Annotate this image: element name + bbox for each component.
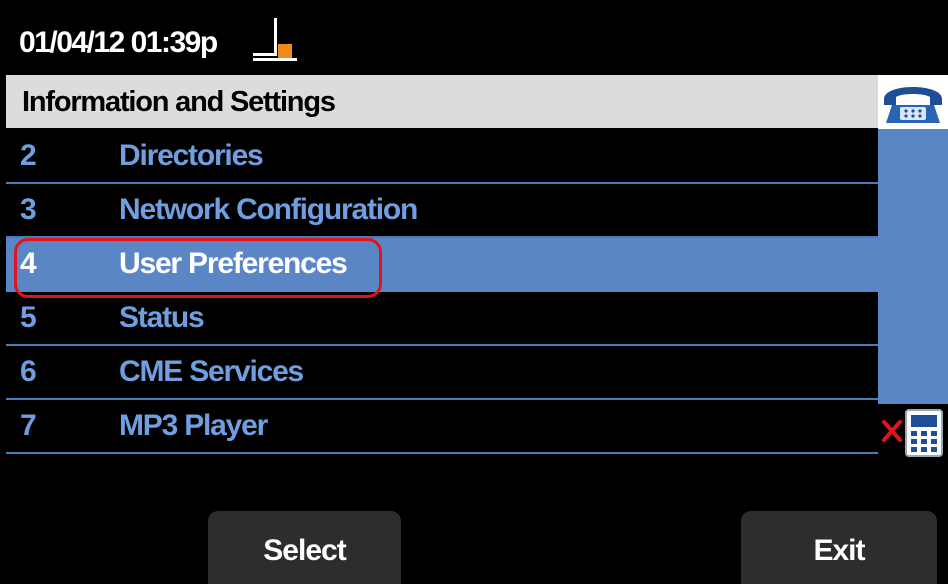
speaker-mute-icon: [878, 404, 948, 460]
menu-item-cme-services[interactable]: 6 CME Services: [6, 346, 878, 400]
title-bar: Information and Settings: [6, 75, 878, 128]
menu-item-user-preferences[interactable]: 4 User Preferences: [6, 238, 878, 292]
phone-screen: 01/04/12 01:39p Information and Settings: [0, 0, 948, 584]
menu-item-label: CME Services: [119, 355, 304, 388]
menu-item-number: 4: [20, 247, 37, 280]
menu-item-label: MP3 Player: [119, 409, 268, 442]
menu-item-number: 7: [20, 409, 37, 442]
menu-item-number: 6: [20, 355, 37, 388]
menu-list: 2 Directories 3 Network Configuration 4 …: [6, 130, 878, 460]
phone-icon: [878, 75, 948, 129]
exit-softkey[interactable]: Exit: [741, 511, 937, 584]
line-status-icon: [253, 18, 297, 61]
menu-item-label: Network Configuration: [119, 193, 418, 226]
menu-item-number: 2: [20, 139, 37, 172]
menu-item-directories[interactable]: 2 Directories: [6, 130, 878, 184]
menu-item-network-configuration[interactable]: 3 Network Configuration: [6, 184, 878, 238]
menu-item-label: User Preferences: [119, 247, 348, 280]
page-title: Information and Settings: [22, 86, 336, 118]
status-bar: 01/04/12 01:39p: [0, 0, 948, 74]
menu-item-status[interactable]: 5 Status: [6, 292, 878, 346]
scroll-panel: [878, 75, 948, 459]
menu-item-number: 3: [20, 193, 37, 226]
menu-item-label: Status: [119, 301, 205, 334]
datetime-label: 01/04/12 01:39p: [19, 26, 218, 59]
menu-item-label: Directories: [119, 139, 264, 172]
menu-item-mp3-player[interactable]: 7 MP3 Player: [6, 400, 878, 454]
select-softkey[interactable]: Select: [208, 511, 401, 584]
menu-item-number: 5: [20, 301, 37, 334]
